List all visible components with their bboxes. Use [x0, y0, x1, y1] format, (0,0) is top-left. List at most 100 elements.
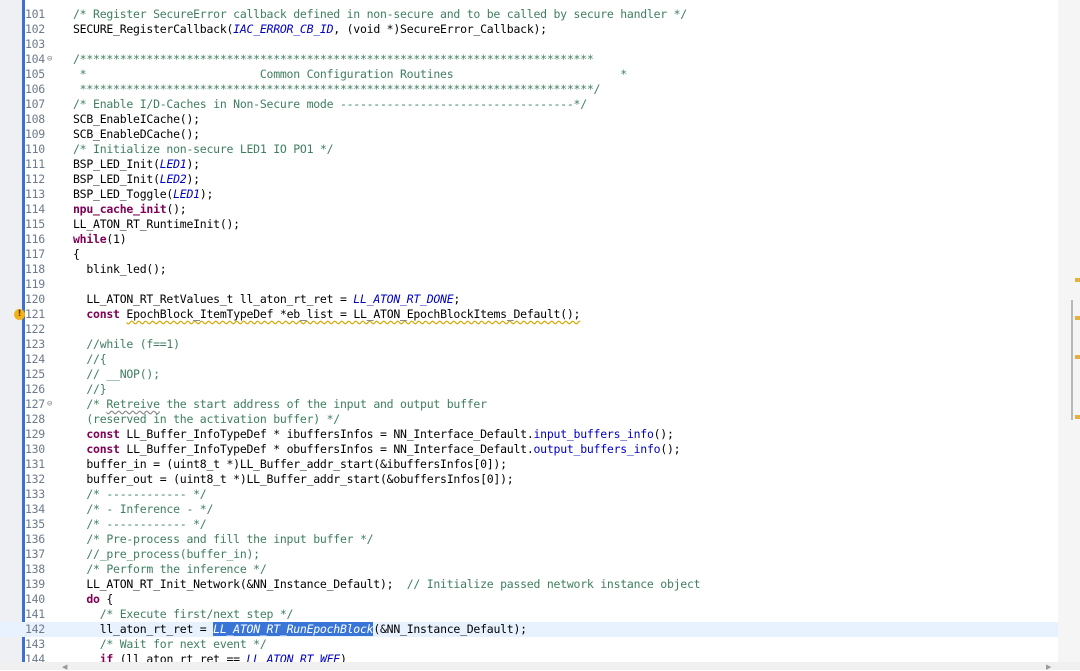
- code-text[interactable]: /* Pre-process and fill the input buffer…: [73, 532, 373, 547]
- code-line[interactable]: 123 //while (f==1): [0, 337, 1058, 352]
- code-text[interactable]: ll_aton_rt_ret = LL_ATON_RT_RunEpochBloc…: [73, 622, 527, 637]
- code-line[interactable]: 135 /* ------------ */: [0, 517, 1058, 532]
- code-line[interactable]: 131 buffer_in = (uint8_t *)LL_Buffer_add…: [0, 457, 1058, 472]
- code-line[interactable]: 136 /* Pre-process and fill the input bu…: [0, 532, 1058, 547]
- code-text[interactable]: /* - Inference - */: [73, 502, 213, 517]
- overview-warning-marker[interactable]: [1075, 316, 1080, 320]
- code-text[interactable]: {: [73, 247, 80, 262]
- code-line[interactable]: 118 blink_led();: [0, 262, 1058, 277]
- code-token: (1): [106, 232, 127, 246]
- code-text[interactable]: BSP_LED_Toggle(LED1);: [73, 187, 213, 202]
- code-text[interactable]: SCB_EnableICache();: [73, 112, 200, 127]
- code-line[interactable]: 119: [0, 277, 1058, 292]
- warning-icon[interactable]: !: [14, 309, 25, 320]
- code-line[interactable]: 108 SCB_EnableICache();: [0, 112, 1058, 127]
- code-text[interactable]: blink_led();: [73, 262, 166, 277]
- code-line[interactable]: 139 LL_ATON_RT_Init_Network(&NN_Instance…: [0, 577, 1058, 592]
- code-text[interactable]: /* Perform the inference */: [73, 562, 266, 577]
- code-text[interactable]: buffer_in = (uint8_t *)LL_Buffer_addr_st…: [73, 457, 507, 472]
- code-text[interactable]: npu_cache_init();: [73, 202, 187, 217]
- code-text[interactable]: /* Register SecureError callback defined…: [73, 7, 687, 22]
- code-text[interactable]: /* Execute first/next step */: [73, 607, 294, 622]
- code-text[interactable]: const LL_Buffer_InfoTypeDef * obuffersIn…: [73, 442, 680, 457]
- code-line[interactable]: 133 /* ------------ */: [0, 487, 1058, 502]
- code-line[interactable]: 134 /* - Inference - */: [0, 502, 1058, 517]
- code-line[interactable]: 122: [0, 322, 1058, 337]
- code-line[interactable]: 125 // __NOP();: [0, 367, 1058, 382]
- code-line[interactable]: 103: [0, 37, 1058, 52]
- code-text[interactable]: LL_ATON_RT_RetValues_t ll_aton_rt_ret = …: [73, 292, 460, 307]
- code-text[interactable]: BSP_LED_Init(LED2);: [73, 172, 200, 187]
- code-text[interactable]: const LL_Buffer_InfoTypeDef * ibuffersIn…: [73, 427, 674, 442]
- code-line[interactable]: 107 /* Enable I/D-Caches in Non-Secure mo…: [0, 97, 1058, 112]
- line-number: 128: [25, 412, 45, 426]
- vertical-scrollbar[interactable]: [1058, 0, 1080, 662]
- fold-toggle-icon[interactable]: ⊖: [47, 397, 52, 412]
- code-line[interactable]: 111 BSP_LED_Init(LED1);: [0, 157, 1058, 172]
- code-line[interactable]: 141 /* Execute first/next step */: [0, 607, 1058, 622]
- overview-warning-marker[interactable]: [1075, 278, 1080, 282]
- code-line[interactable]: 130 const LL_Buffer_InfoTypeDef * obuffe…: [0, 442, 1058, 457]
- code-line[interactable]: 126 //}: [0, 382, 1058, 397]
- code-line[interactable]: 101 /* Register SecureError callback defi…: [0, 7, 1058, 22]
- code-line[interactable]: 110 /* Initialize non-secure LED1 IO PO1 …: [0, 142, 1058, 157]
- code-text[interactable]: SECURE_RegisterCallback(IAC_ERROR_CB_ID,…: [73, 22, 547, 37]
- code-line[interactable]: 120 LL_ATON_RT_RetValues_t ll_aton_rt_re…: [0, 292, 1058, 307]
- code-text[interactable]: /* Retreive the start address of the inp…: [73, 397, 487, 412]
- code-text[interactable]: (reserved in the activation buffer) */: [73, 412, 340, 427]
- code-text[interactable]: ****************************************…: [73, 82, 601, 97]
- code-text[interactable]: const EpochBlock_ItemTypeDef *eb_list = …: [73, 307, 580, 322]
- code-line[interactable]: 144 if (ll_aton_rt_ret == LL_ATON_RT_WFE…: [0, 652, 1058, 662]
- code-text[interactable]: //_pre_process(buffer_in);: [73, 547, 260, 562]
- code-line[interactable]: 109 SCB_EnableDCache();: [0, 127, 1058, 142]
- code-line[interactable]: 117 {: [0, 247, 1058, 262]
- fold-toggle-icon[interactable]: ⊖: [47, 52, 52, 67]
- scrollbar-thumb[interactable]: [1071, 300, 1073, 420]
- code-text[interactable]: * Common Configuration Routines *: [73, 67, 627, 82]
- overview-warning-marker[interactable]: [1075, 415, 1080, 419]
- code-line[interactable]: 137 //_pre_process(buffer_in);: [0, 547, 1058, 562]
- code-text[interactable]: while(1): [73, 232, 127, 247]
- code-line[interactable]: 104 ⊖ /***********************************…: [0, 52, 1058, 67]
- code-line[interactable]: 113 BSP_LED_Toggle(LED1);: [0, 187, 1058, 202]
- overview-warning-marker[interactable]: [1075, 355, 1080, 359]
- code-text[interactable]: //{: [73, 352, 106, 367]
- code-text[interactable]: //}: [73, 382, 106, 397]
- code-text[interactable]: /* ------------ */: [73, 487, 206, 502]
- current-code-line[interactable]: 142 ll_aton_rt_ret = LL_ATON_RT_RunEpoch…: [0, 622, 1058, 637]
- code-text[interactable]: /* Enable I/D-Caches in Non-Secure mode …: [73, 97, 587, 112]
- code-line[interactable]: 127 ⊖ /* Retreive the start address of th…: [0, 397, 1058, 412]
- code-text[interactable]: //while (f==1): [73, 337, 180, 352]
- code-text[interactable]: /***************************************…: [73, 52, 594, 67]
- code-text[interactable]: buffer_out = (uint8_t *)LL_Buffer_addr_s…: [73, 472, 513, 487]
- code-editor[interactable]: 101 /* Register SecureError callback defi…: [0, 0, 1080, 662]
- code-text[interactable]: if (ll_aton_rt_ret == LL_ATON_RT_WFE): [73, 652, 347, 662]
- code-line[interactable]: 138 /* Perform the inference */: [0, 562, 1058, 577]
- code-text[interactable]: // __NOP();: [73, 367, 160, 382]
- code-line[interactable]: 121! const EpochBlock_ItemTypeDef *eb_li…: [0, 307, 1058, 322]
- code-line[interactable]: 114 npu_cache_init();: [0, 202, 1058, 217]
- code-line[interactable]: 106 ************************************…: [0, 82, 1058, 97]
- horizontal-scrollbar[interactable]: [0, 662, 1080, 670]
- code-text[interactable]: do {: [73, 592, 113, 607]
- code-line[interactable]: 112 BSP_LED_Init(LED2);: [0, 172, 1058, 187]
- code-text[interactable]: LL_ATON_RT_Init_Network(&NN_Instance_Def…: [73, 577, 700, 592]
- code-line[interactable]: 140 do {: [0, 592, 1058, 607]
- code-text[interactable]: SCB_EnableDCache();: [73, 127, 200, 142]
- code-line[interactable]: 132 buffer_out = (uint8_t *)LL_Buffer_ad…: [0, 472, 1058, 487]
- code-line[interactable]: 143 /* Wait for next event */: [0, 637, 1058, 652]
- code-line[interactable]: 129 const LL_Buffer_InfoTypeDef * ibuffe…: [0, 427, 1058, 442]
- line-number: 115: [25, 217, 45, 231]
- code-text[interactable]: /* Initialize non-secure LED1 IO PO1 */: [73, 142, 334, 157]
- code-token: /*: [73, 397, 107, 411]
- code-line[interactable]: 115 LL_ATON_RT_RuntimeInit();: [0, 217, 1058, 232]
- code-line[interactable]: 128 (reserved in the activation buffer) …: [0, 412, 1058, 427]
- code-line[interactable]: 102 SECURE_RegisterCallback(IAC_ERROR_CB_…: [0, 22, 1058, 37]
- code-text[interactable]: BSP_LED_Init(LED1);: [73, 157, 200, 172]
- code-text[interactable]: /* ------------ */: [73, 517, 206, 532]
- code-text[interactable]: /* Wait for next event */: [73, 637, 267, 652]
- code-line[interactable]: 105 * Common Configuration Routines *: [0, 67, 1058, 82]
- code-text[interactable]: LL_ATON_RT_RuntimeInit();: [73, 217, 240, 232]
- code-line[interactable]: 116 while(1): [0, 232, 1058, 247]
- code-line[interactable]: 124 //{: [0, 352, 1058, 367]
